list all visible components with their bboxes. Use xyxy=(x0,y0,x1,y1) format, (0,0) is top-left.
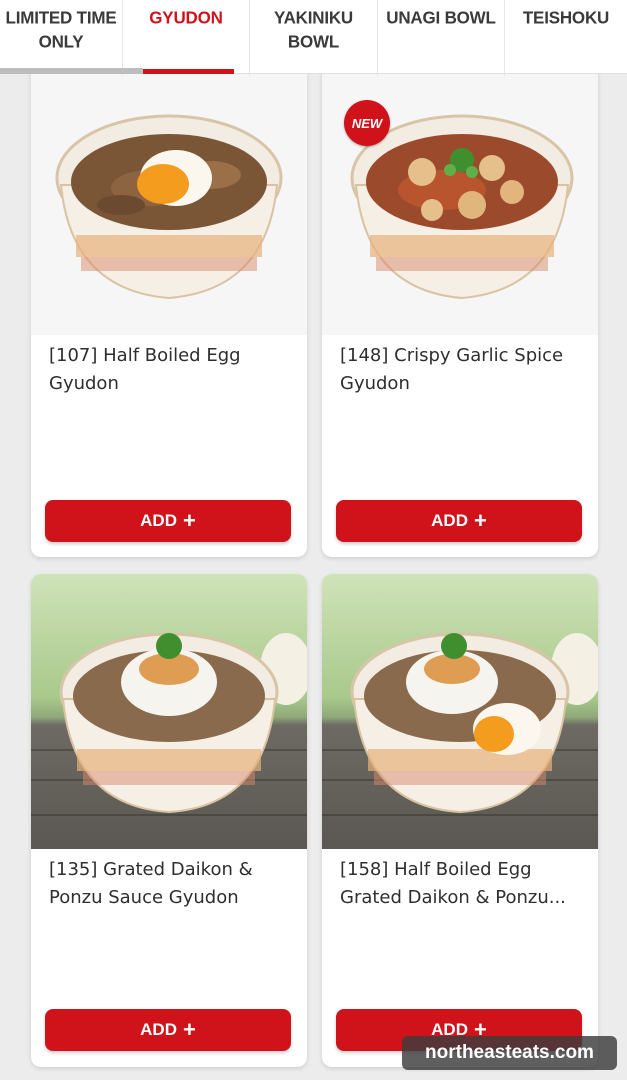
product-title: [148] Crispy Garlic Spice Gyudon xyxy=(340,345,564,394)
tab-label: UNAGI BOWL xyxy=(386,7,496,28)
tab-label: LIMITED TIME ONLY xyxy=(5,7,117,52)
bowl-daikon-icon xyxy=(59,632,307,814)
tab-teishoku[interactable]: TEISHOKU xyxy=(505,0,627,76)
product-card[interactable]: [158] Half Boiled Egg Grated Daikon & Po… xyxy=(322,574,598,1067)
product-title: [107] Half Boiled Egg Gyudon xyxy=(49,345,241,394)
plus-icon: + xyxy=(182,1017,196,1042)
add-button-label: ADD xyxy=(431,511,468,530)
tab-unagi-bowl[interactable]: UNAGI BOWL xyxy=(378,0,505,76)
product-image xyxy=(31,574,307,849)
tab-gyudon[interactable]: GYUDON xyxy=(123,0,250,76)
product-title: [135] Grated Daikon & Ponzu Sauce Gyudon xyxy=(49,859,253,908)
tab-label: YAKINIKU BOWL xyxy=(273,7,353,52)
product-card[interactable]: [135] Grated Daikon & Ponzu Sauce Gyudon… xyxy=(31,574,307,1067)
tab-limited-time-only[interactable]: LIMITED TIME ONLY xyxy=(0,0,123,76)
tab-scroll-indicator xyxy=(0,68,143,74)
product-image: NEW xyxy=(322,60,598,335)
tab-label: TEISHOKU xyxy=(522,7,610,28)
product-title: [158] Half Boiled Egg Grated Daikon & Po… xyxy=(340,859,566,908)
watermark: northeasteats.com xyxy=(402,1036,617,1070)
product-image xyxy=(31,60,307,335)
add-button-label: ADD xyxy=(140,511,177,530)
tab-yakiniku-bowl[interactable]: YAKINIKU BOWL xyxy=(250,0,378,76)
add-button[interactable]: ADD + xyxy=(336,500,582,542)
plus-icon: + xyxy=(473,508,487,533)
product-image xyxy=(322,574,598,849)
plus-icon: + xyxy=(182,508,196,533)
add-button[interactable]: ADD + xyxy=(45,500,291,542)
bowl-daikon-egg-icon xyxy=(350,632,598,814)
product-card[interactable]: NEW [148] Crispy Garlic Spice Gyudon ADD… xyxy=(322,60,598,557)
bowl-egg-icon xyxy=(55,114,283,300)
add-button-label: ADD xyxy=(140,1020,177,1039)
active-tab-indicator xyxy=(143,69,234,74)
tab-label: GYUDON xyxy=(149,7,223,28)
category-tab-bar: LIMITED TIME ONLY GYUDON YAKINIKU BOWL U… xyxy=(0,0,627,76)
add-button[interactable]: ADD + xyxy=(45,1009,291,1051)
new-badge: NEW xyxy=(344,100,390,146)
product-card[interactable]: [107] Half Boiled Egg Gyudon ADD + xyxy=(31,60,307,557)
